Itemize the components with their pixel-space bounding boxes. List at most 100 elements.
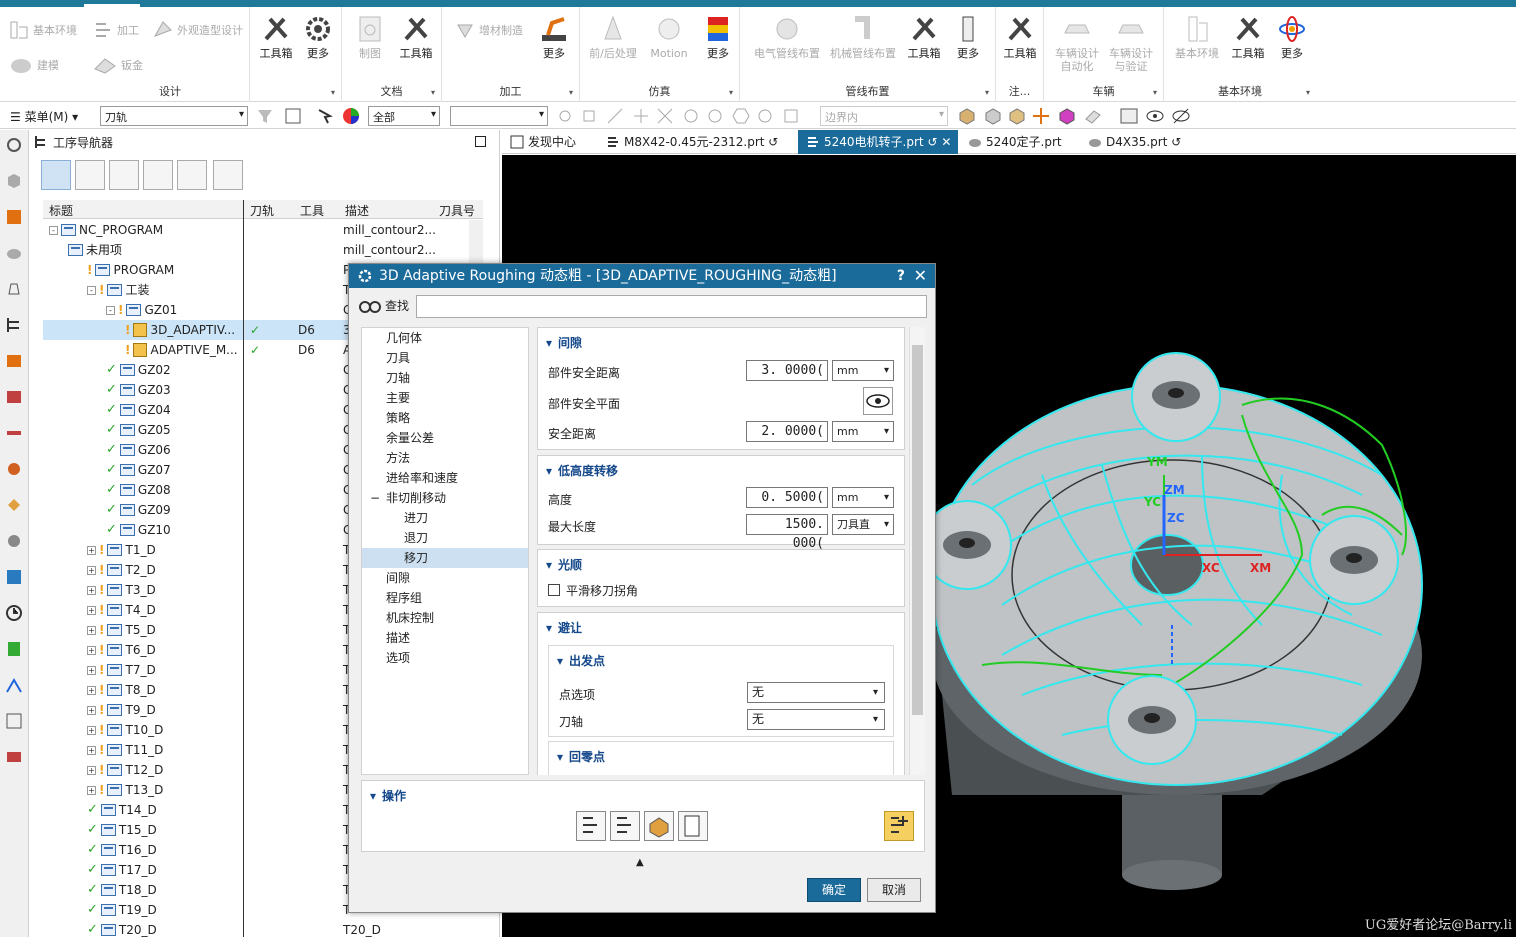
height-unit[interactable]: mm: [832, 487, 894, 508]
expand-toggle[interactable]: +: [87, 785, 96, 795]
tree-item[interactable]: 余量公差: [362, 428, 528, 448]
tool-library-icon[interactable]: [5, 424, 23, 442]
row-title[interactable]: -! GZ01: [106, 300, 177, 320]
chevron-down-icon[interactable]: ▾: [985, 88, 989, 97]
row-title[interactable]: +! T4_D: [87, 600, 156, 620]
snap-control-icon[interactable]: [632, 107, 650, 125]
tree-item[interactable]: 间隙: [362, 568, 528, 588]
replay-button[interactable]: [610, 811, 640, 841]
system-materials-icon[interactable]: [5, 568, 23, 586]
more-button[interactable]: 更多: [300, 13, 336, 60]
home-point-header[interactable]: 回零点: [557, 748, 605, 765]
tree-item[interactable]: 刀轴: [362, 368, 528, 388]
snap-end-icon[interactable]: [580, 107, 598, 125]
expand-toggle[interactable]: -: [87, 285, 96, 295]
box-icon[interactable]: [958, 107, 976, 125]
note-toolbox-button[interactable]: 工具箱: [1002, 13, 1038, 60]
expand-toggle[interactable]: +: [87, 665, 96, 675]
show-icon[interactable]: [1146, 107, 1164, 125]
expand-toggle[interactable]: +: [87, 765, 96, 775]
snap-intersect-icon[interactable]: [656, 107, 674, 125]
snap-face-icon[interactable]: [756, 107, 774, 125]
basic-env-big-button[interactable]: 基本环境: [1172, 13, 1222, 60]
list-button[interactable]: [678, 811, 708, 841]
expand-toggle[interactable]: +: [87, 545, 96, 555]
program-order-view-button[interactable]: [41, 160, 71, 190]
row-title[interactable]: -! 工装: [87, 280, 150, 300]
geometry-view-button[interactable]: [109, 160, 139, 190]
row-title[interactable]: ✓ T17_D: [87, 860, 157, 880]
expand-toggle[interactable]: -: [106, 305, 115, 315]
chevron-down-icon[interactable]: ▾: [569, 88, 573, 97]
expand-toggle[interactable]: +: [87, 625, 96, 635]
expand-toggle[interactable]: +: [87, 605, 96, 615]
row-title[interactable]: ✓ GZ02: [106, 360, 171, 380]
tab-m8x42[interactable]: M8X42-0.45元-2312.prt ↺: [598, 130, 794, 154]
menu-button[interactable]: ☰ 菜单(M) ▾: [10, 108, 78, 125]
row-title[interactable]: +! T2_D: [87, 560, 156, 580]
scroll-thumb[interactable]: [912, 345, 923, 715]
tree-item[interactable]: 进刀: [362, 508, 528, 528]
sheet-icon[interactable]: [1084, 107, 1102, 125]
help-button[interactable]: ?: [897, 264, 905, 288]
modeling-button[interactable]: 建模: [8, 54, 59, 76]
row-title[interactable]: ! ADAPTIVE_M...: [125, 340, 238, 360]
row-title[interactable]: ✓ GZ04: [106, 400, 171, 420]
row-title[interactable]: - NC_PROGRAM: [49, 220, 163, 240]
part-safe-distance-input[interactable]: 3. 0000(: [746, 360, 828, 381]
type-filter-select[interactable]: 刀轨: [100, 106, 248, 126]
row-title[interactable]: ✓ T19_D: [87, 900, 157, 920]
roles-icon[interactable]: [5, 532, 23, 550]
tree-item[interactable]: 移刀: [362, 548, 528, 568]
drafting-button[interactable]: 制图: [352, 13, 388, 60]
filter-icon[interactable]: [256, 107, 274, 125]
feature-navigator-icon[interactable]: [5, 388, 23, 406]
find-input[interactable]: [416, 295, 927, 318]
expand-toggle[interactable]: +: [87, 685, 96, 695]
vehicle-verify-button[interactable]: 车辆设计与验证: [1106, 13, 1156, 73]
sim-more-button[interactable]: 更多: [700, 13, 736, 60]
close-icon[interactable]: ✕: [941, 135, 951, 149]
constraint-navigator-icon[interactable]: [5, 244, 23, 262]
select-tool-icon[interactable]: [316, 107, 334, 125]
tree-item[interactable]: 几何体: [362, 328, 528, 348]
reuse-library-icon[interactable]: [5, 280, 23, 298]
tree-item[interactable]: 进给率和速度: [362, 468, 528, 488]
row-title[interactable]: ✓ GZ08: [106, 480, 171, 500]
chevron-down-icon[interactable]: ▾: [1153, 88, 1157, 97]
table-row[interactable]: - NC_PROGRAM mill_contour2...: [43, 220, 483, 240]
expand-toggle[interactable]: -: [49, 225, 58, 235]
smooth-corner-checkbox[interactable]: [548, 584, 560, 596]
row-title[interactable]: +! T6_D: [87, 640, 156, 660]
tab-discovery[interactable]: 发现中心: [502, 130, 594, 154]
tree-item[interactable]: 主要: [362, 388, 528, 408]
row-title[interactable]: ! PROGRAM: [87, 260, 174, 280]
row-title[interactable]: +! T13_D: [87, 780, 163, 800]
safe-distance-input[interactable]: 2. 0000(: [746, 421, 828, 442]
routing-more-button[interactable]: 更多: [950, 13, 986, 60]
part-navigator-icon[interactable]: [5, 172, 23, 190]
ok-button[interactable]: 确定: [807, 878, 861, 902]
from-point-header[interactable]: 出发点: [557, 652, 605, 669]
col-tool[interactable]: 工具: [300, 202, 324, 219]
tool-axis-select[interactable]: 无: [747, 709, 885, 730]
actions-header[interactable]: 操作: [370, 787, 406, 804]
snap-more-icon[interactable]: [782, 107, 800, 125]
assembly-navigator-icon[interactable]: [5, 208, 23, 226]
row-title[interactable]: ✓ GZ09: [106, 500, 171, 520]
operation-navigator-icon[interactable]: [5, 316, 23, 334]
row-title[interactable]: +! T7_D: [87, 660, 156, 680]
clearance-header[interactable]: 间隙: [546, 334, 582, 351]
row-title[interactable]: +! T1_D: [87, 540, 156, 560]
expand-toggle[interactable]: +: [87, 565, 96, 575]
row-title[interactable]: ✓ GZ03: [106, 380, 171, 400]
manufacturing-button[interactable]: 加工: [92, 19, 139, 41]
chevron-down-icon[interactable]: ▾: [1306, 88, 1310, 97]
row-title[interactable]: ✓ GZ10: [106, 520, 171, 540]
machining-method-view-button[interactable]: [143, 160, 173, 190]
dialog-scrollbar[interactable]: [909, 327, 925, 775]
row-title[interactable]: +! T10_D: [87, 720, 163, 740]
routing-toolbox-button[interactable]: 工具箱: [906, 13, 942, 60]
electrical-routing-button[interactable]: 电气管线布置: [750, 13, 824, 60]
basic-toolbox-button[interactable]: 工具箱: [1230, 13, 1266, 60]
